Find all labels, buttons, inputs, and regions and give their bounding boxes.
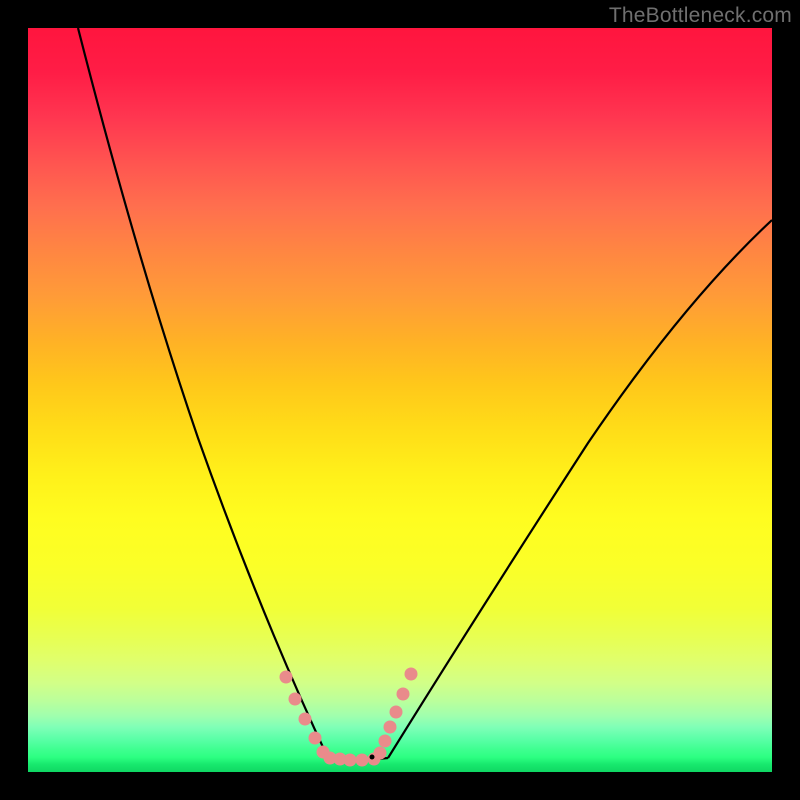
chart-frame: TheBottleneck.com [0,0,800,800]
right-curve [388,220,772,758]
valley-marker-left [280,671,337,765]
plot-area [28,28,772,772]
valley-dot [370,755,375,760]
watermark-text: TheBottleneck.com [609,4,792,28]
valley-marker-bottom [334,753,381,767]
left-curve [78,28,328,758]
curves-svg [28,28,772,772]
